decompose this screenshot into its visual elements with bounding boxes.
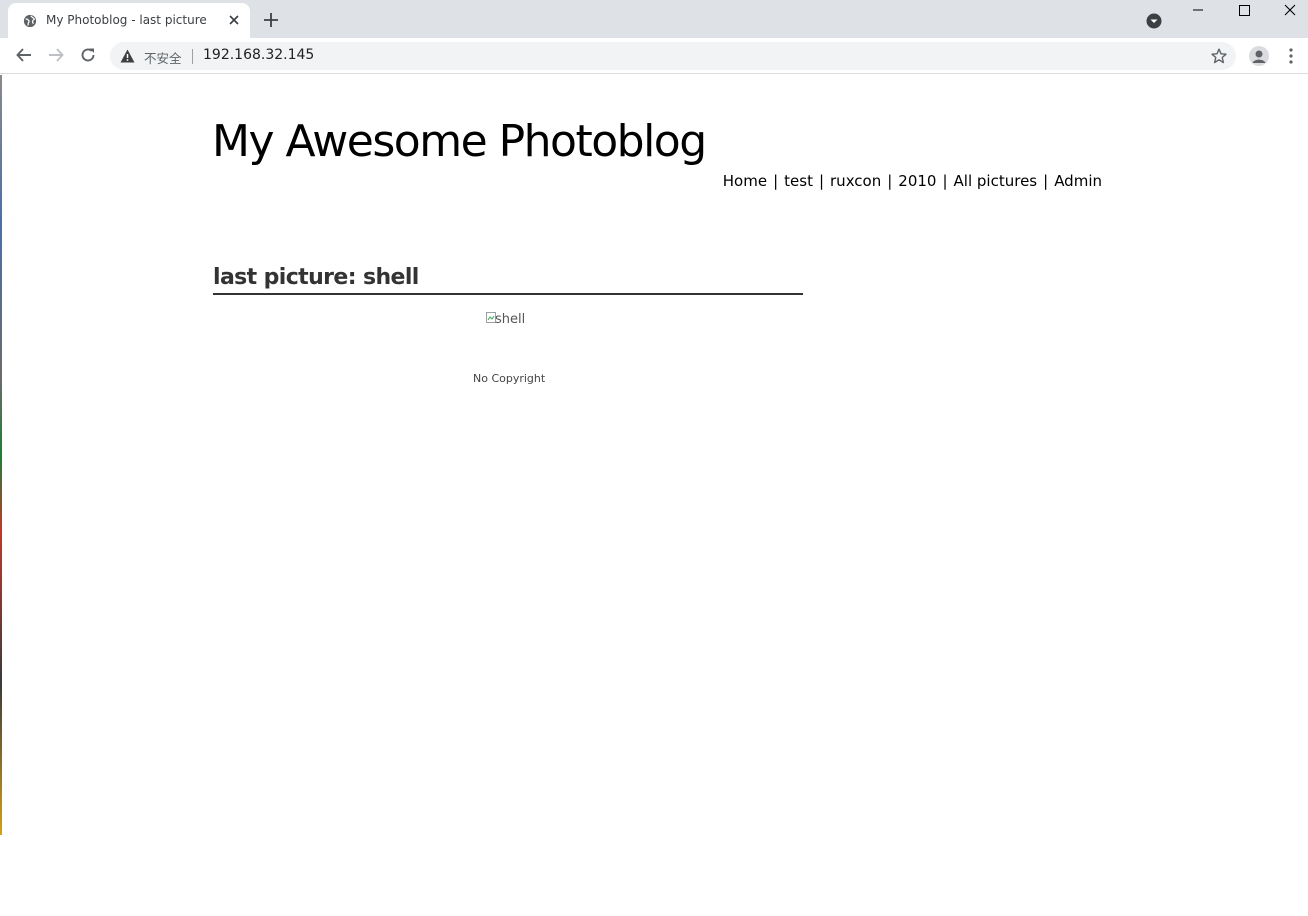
window-edge-strip	[0, 75, 2, 835]
back-icon[interactable]	[15, 46, 33, 64]
site-title: My Awesome Photoblog	[212, 116, 707, 167]
site-navigation: Home | test | ruxcon | 2010 | All pictures | Admin	[723, 172, 1102, 190]
nav-link-ruxcon[interactable]: ruxcon	[830, 172, 881, 190]
image-alt-text: shell	[495, 312, 526, 327]
nav-separator: |	[818, 172, 825, 190]
nav-separator: |	[887, 172, 893, 190]
nav-link-home[interactable]: Home	[723, 172, 767, 190]
browser-toolbar: 不安全 192.168.32.145	[0, 38, 1308, 74]
maximize-icon[interactable]	[1221, 0, 1267, 26]
footer-copyright: No Copyright	[473, 372, 546, 385]
warning-icon[interactable]	[120, 49, 135, 63]
nav-link-all-pictures[interactable]: All pictures	[954, 172, 1038, 190]
nav-link-test[interactable]: test	[784, 172, 813, 190]
section-heading: last picture: shell	[213, 265, 803, 295]
url-text[interactable]: 192.168.32.145	[203, 47, 314, 63]
browser-tabstrip: My Photoblog - last picture	[0, 0, 1308, 38]
address-divider	[192, 49, 193, 64]
nav-separator: |	[773, 172, 779, 190]
picture-image[interactable]: shell	[486, 309, 546, 331]
nav-link-2010[interactable]: 2010	[898, 172, 936, 190]
nav-separator: |	[1043, 172, 1049, 190]
globe-icon	[23, 14, 37, 28]
window-close-icon[interactable]	[1267, 0, 1308, 26]
tab-search-icon[interactable]	[1146, 13, 1162, 29]
bookmark-star-icon[interactable]	[1211, 48, 1227, 64]
profile-avatar-icon[interactable]	[1249, 46, 1269, 66]
more-menu-icon[interactable]	[1283, 47, 1299, 65]
new-tab-icon[interactable]	[262, 11, 280, 29]
security-label[interactable]: 不安全	[144, 48, 182, 67]
reload-icon[interactable]	[79, 46, 97, 64]
tab-title: My Photoblog - last picture	[46, 13, 207, 27]
forward-icon[interactable]	[47, 46, 65, 64]
nav-link-admin[interactable]: Admin	[1054, 172, 1102, 190]
address-bar[interactable]: 不安全 192.168.32.145	[110, 42, 1236, 70]
close-tab-icon[interactable]	[226, 12, 242, 28]
nav-separator: |	[942, 172, 948, 190]
browser-tab[interactable]: My Photoblog - last picture	[8, 3, 250, 38]
minimize-icon[interactable]	[1175, 0, 1221, 26]
page-viewport	[0, 75, 1308, 916]
